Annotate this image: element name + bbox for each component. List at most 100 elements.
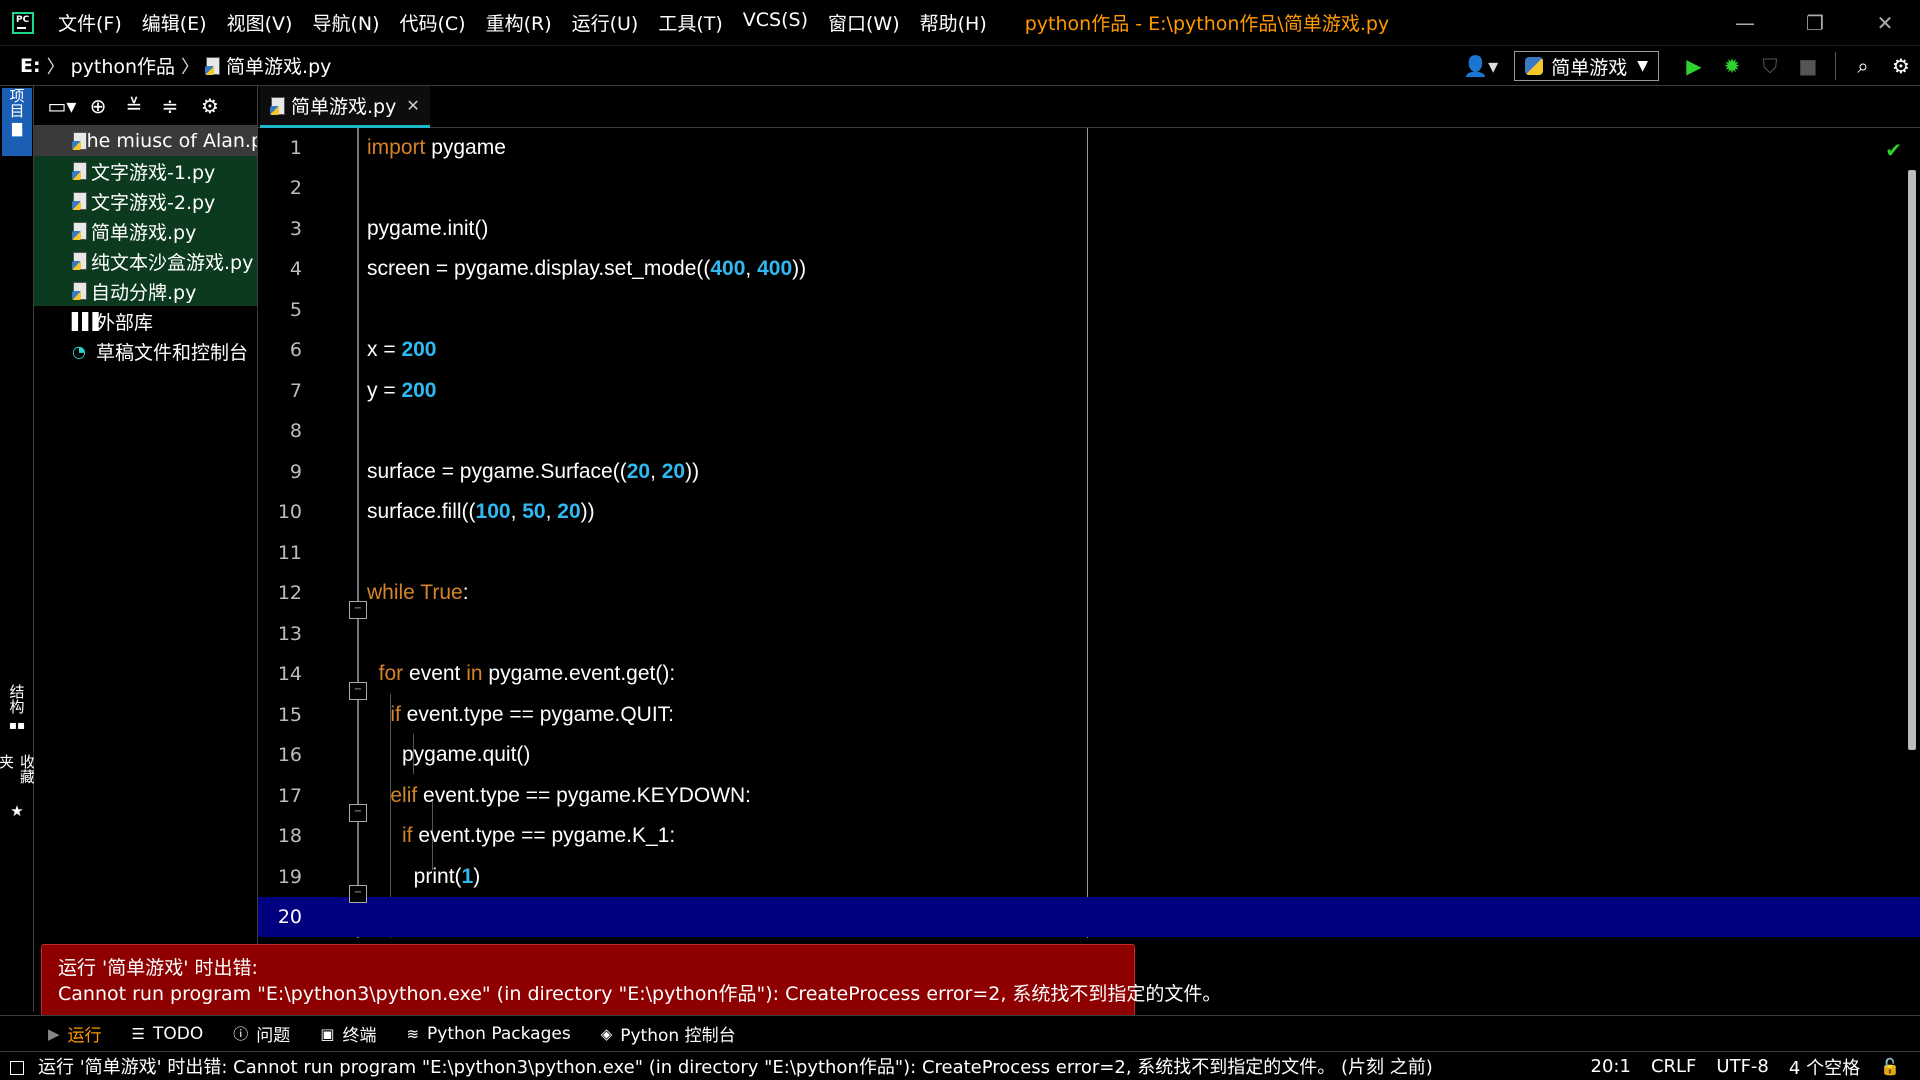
line-number: 14 xyxy=(277,663,302,685)
pycharm-logo-icon: PC xyxy=(12,11,34,34)
code-text: elif event.type == pygame.KEYDOWN: xyxy=(390,784,752,807)
menu-help[interactable]: 帮助(H) xyxy=(910,9,997,36)
stop-icon[interactable]: ■ xyxy=(1789,54,1827,78)
code-text: surface.fill((100, 50, 20)) xyxy=(367,500,595,523)
code-text: while True: xyxy=(367,581,469,604)
project-tool-tab[interactable]: 项目 ▇ xyxy=(2,88,32,156)
menu-window[interactable]: 窗口(W) xyxy=(818,9,910,36)
indent-setting[interactable]: 4 个空格 xyxy=(1789,1054,1860,1080)
menu-code[interactable]: 代码(C) xyxy=(389,9,475,36)
favorites-tab-label: 收藏夹 xyxy=(0,754,36,784)
collapse-all-icon[interactable]: ≑ xyxy=(152,94,188,118)
tree-item-external-libraries[interactable]: ▌▌▌ 外部库 xyxy=(34,306,257,336)
expand-all-icon[interactable]: ≚ xyxy=(116,94,152,118)
status-message[interactable]: 运行 '简单游戏' 时出错: Cannot run program "E:\py… xyxy=(10,1053,1570,1079)
minimize-button[interactable]: — xyxy=(1710,0,1780,46)
tree-item-file[interactable]: 自动分牌.py xyxy=(34,276,257,306)
locate-target-icon[interactable]: ⊕ xyxy=(80,94,116,118)
fold-end-marker-icon[interactable]: − xyxy=(349,885,367,903)
gear-icon[interactable]: ⚙ xyxy=(192,94,228,118)
python-file-icon xyxy=(205,56,221,75)
structure-tool-tab[interactable]: 结构 ▪▪ xyxy=(2,684,32,746)
menu-file[interactable]: 文件(F) xyxy=(48,9,132,36)
tree-item-file[interactable]: The miusc of Alan.py xyxy=(34,126,257,156)
line-number: 3 xyxy=(289,218,302,240)
code-line: 5 xyxy=(258,290,1920,330)
menu-vcs[interactable]: VCS(S) xyxy=(733,9,818,36)
problems-tool-button[interactable]: ⓘ 问题 xyxy=(233,1021,290,1046)
folder-icon: ▇ xyxy=(12,122,22,137)
code-line: 18 if event.type == pygame.K_1: xyxy=(258,816,1920,856)
code-line: 2 xyxy=(258,168,1920,208)
menu-view[interactable]: 视图(V) xyxy=(217,9,303,36)
code-line: 12 while True: xyxy=(258,573,1920,613)
editor-vertical-scrollbar[interactable] xyxy=(1908,170,1916,750)
tree-item-scratches[interactable]: ◔ 草稿文件和控制台 xyxy=(34,336,257,366)
code-text: screen = pygame.display.set_mode((400, 4… xyxy=(367,257,807,280)
close-tab-icon[interactable]: ✕ xyxy=(406,96,419,115)
menu-navigate[interactable]: 导航(N) xyxy=(302,9,389,36)
python-console-tool-button[interactable]: ◈ Python 控制台 xyxy=(601,1021,736,1047)
chevron-down-icon: ▼ xyxy=(1637,58,1648,74)
toggle-tool-windows-icon[interactable] xyxy=(10,1061,24,1075)
terminal-tool-button[interactable]: ▣ 终端 xyxy=(320,1021,376,1047)
line-number: 13 xyxy=(277,623,302,645)
line-separator[interactable]: CRLF xyxy=(1651,1056,1696,1077)
run-configuration-dropdown[interactable]: 简单游戏 ▼ xyxy=(1514,51,1659,81)
code-editor[interactable]: 1 import pygame 2 3 pygame.init() 4 screen … xyxy=(258,128,1920,1012)
view-mode-icon[interactable]: ▭▾ xyxy=(44,94,80,118)
breadcrumb-separator-icon: 〉 xyxy=(46,56,65,78)
caret-position[interactable]: 20:1 xyxy=(1591,1056,1631,1077)
run-play-icon[interactable]: ▶ xyxy=(1675,54,1713,78)
todo-tool-button[interactable]: ☰ TODO xyxy=(132,1024,204,1044)
code-text: if event.type == pygame.QUIT: xyxy=(390,703,674,726)
favorites-tool-tab[interactable]: 收藏夹 ★ xyxy=(0,754,36,820)
code-line: 3 pygame.init() xyxy=(258,209,1920,249)
tab-current-file[interactable]: 简单游戏.py ✕ xyxy=(260,86,430,128)
tree-item-label: 文字游戏-1.py xyxy=(91,161,216,184)
line-number: 5 xyxy=(289,299,302,321)
tree-item-file[interactable]: 纯文本沙盒游戏.py xyxy=(34,246,257,276)
status-message-text: 运行 '简单游戏' 时出错: Cannot run program "E:\py… xyxy=(38,1057,1433,1078)
tree-item-label: 简单游戏.py xyxy=(91,221,197,244)
code-line: 9 surface = pygame.Surface((20, 20)) xyxy=(258,452,1920,492)
status-widgets: 20:1 CRLF UTF-8 4 个空格 🔓 xyxy=(1591,1052,1920,1080)
tool-label: Python 控制台 xyxy=(620,1026,736,1046)
menu-tools[interactable]: 工具(T) xyxy=(648,9,732,36)
inspection-ok-check-icon[interactable]: ✔ xyxy=(1885,138,1902,162)
line-number: 7 xyxy=(289,380,302,402)
run-tool-button[interactable]: ▶ 运行 xyxy=(48,1021,102,1047)
menu-refactor[interactable]: 重构(R) xyxy=(476,9,562,36)
line-number: 10 xyxy=(277,501,302,523)
settings-gear-icon[interactable]: ⚙ xyxy=(1882,54,1920,78)
search-icon[interactable]: ⌕ xyxy=(1844,54,1882,78)
python-file-icon xyxy=(72,162,88,180)
file-encoding[interactable]: UTF-8 xyxy=(1716,1056,1768,1077)
tree-item-file[interactable]: 文字游戏-1.py xyxy=(34,156,257,186)
fold-marker-icon[interactable]: − xyxy=(349,601,367,619)
star-icon: ★ xyxy=(10,802,24,820)
breadcrumb-folder[interactable]: python作品 xyxy=(71,52,175,79)
fold-marker-icon[interactable]: − xyxy=(349,804,367,822)
tree-item-file[interactable]: 文字游戏-2.py xyxy=(34,186,257,216)
line-number: 17 xyxy=(277,785,302,807)
code-text: print(1) xyxy=(367,865,481,888)
breadcrumb-drive[interactable]: E: xyxy=(20,55,41,77)
error-notification-balloon[interactable]: 运行 '简单游戏' 时出错: Cannot run program "E:\py… xyxy=(41,944,1221,1016)
unlock-icon[interactable]: 🔓 xyxy=(1880,1057,1900,1076)
menu-run[interactable]: 运行(U) xyxy=(562,9,649,36)
tree-item-label: 自动分牌.py xyxy=(91,281,197,304)
python-packages-tool-button[interactable]: ≋ Python Packages xyxy=(406,1024,570,1044)
menu-edit[interactable]: 编辑(E) xyxy=(132,9,217,36)
code-text: surface = pygame.Surface((20, 20)) xyxy=(367,460,700,483)
debug-bug-icon[interactable]: ✹ xyxy=(1713,54,1751,78)
list-icon: ☰ xyxy=(131,1024,145,1043)
restore-button[interactable]: ❐ xyxy=(1780,0,1850,46)
coverage-shield-icon[interactable]: ⛉ xyxy=(1751,54,1789,78)
tree-item-file[interactable]: 简单游戏.py xyxy=(34,216,257,246)
tool-label: Python Packages xyxy=(427,1023,571,1044)
user-account-icon[interactable]: 👤▾ xyxy=(1463,54,1498,78)
fold-marker-icon[interactable]: − xyxy=(349,682,367,700)
breadcrumb-file[interactable]: 简单游戏.py xyxy=(226,52,331,79)
close-window-button[interactable]: ✕ xyxy=(1850,0,1920,46)
